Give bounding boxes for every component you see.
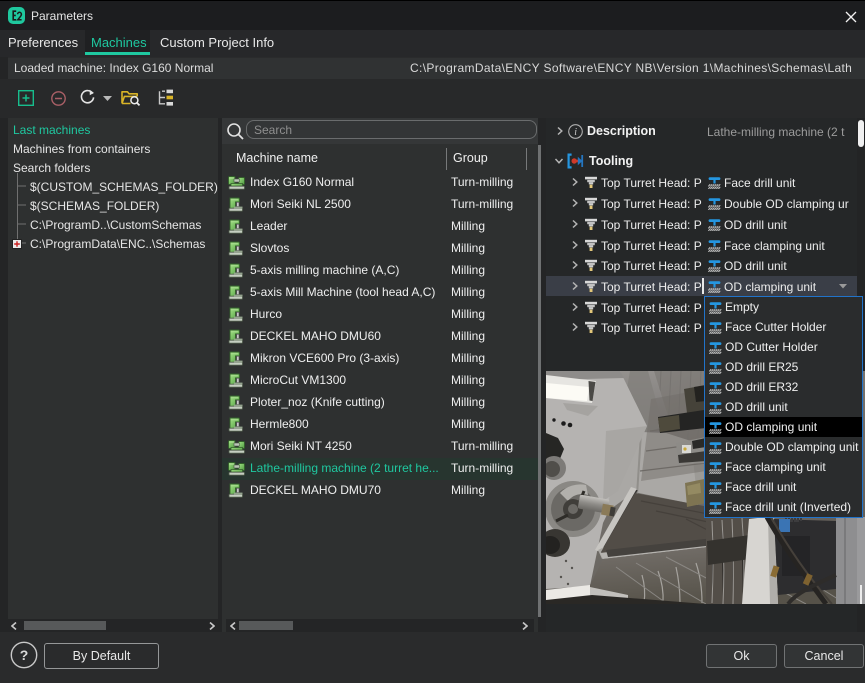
- svg-text:i: i: [574, 127, 577, 138]
- svg-text:?: ?: [20, 647, 29, 663]
